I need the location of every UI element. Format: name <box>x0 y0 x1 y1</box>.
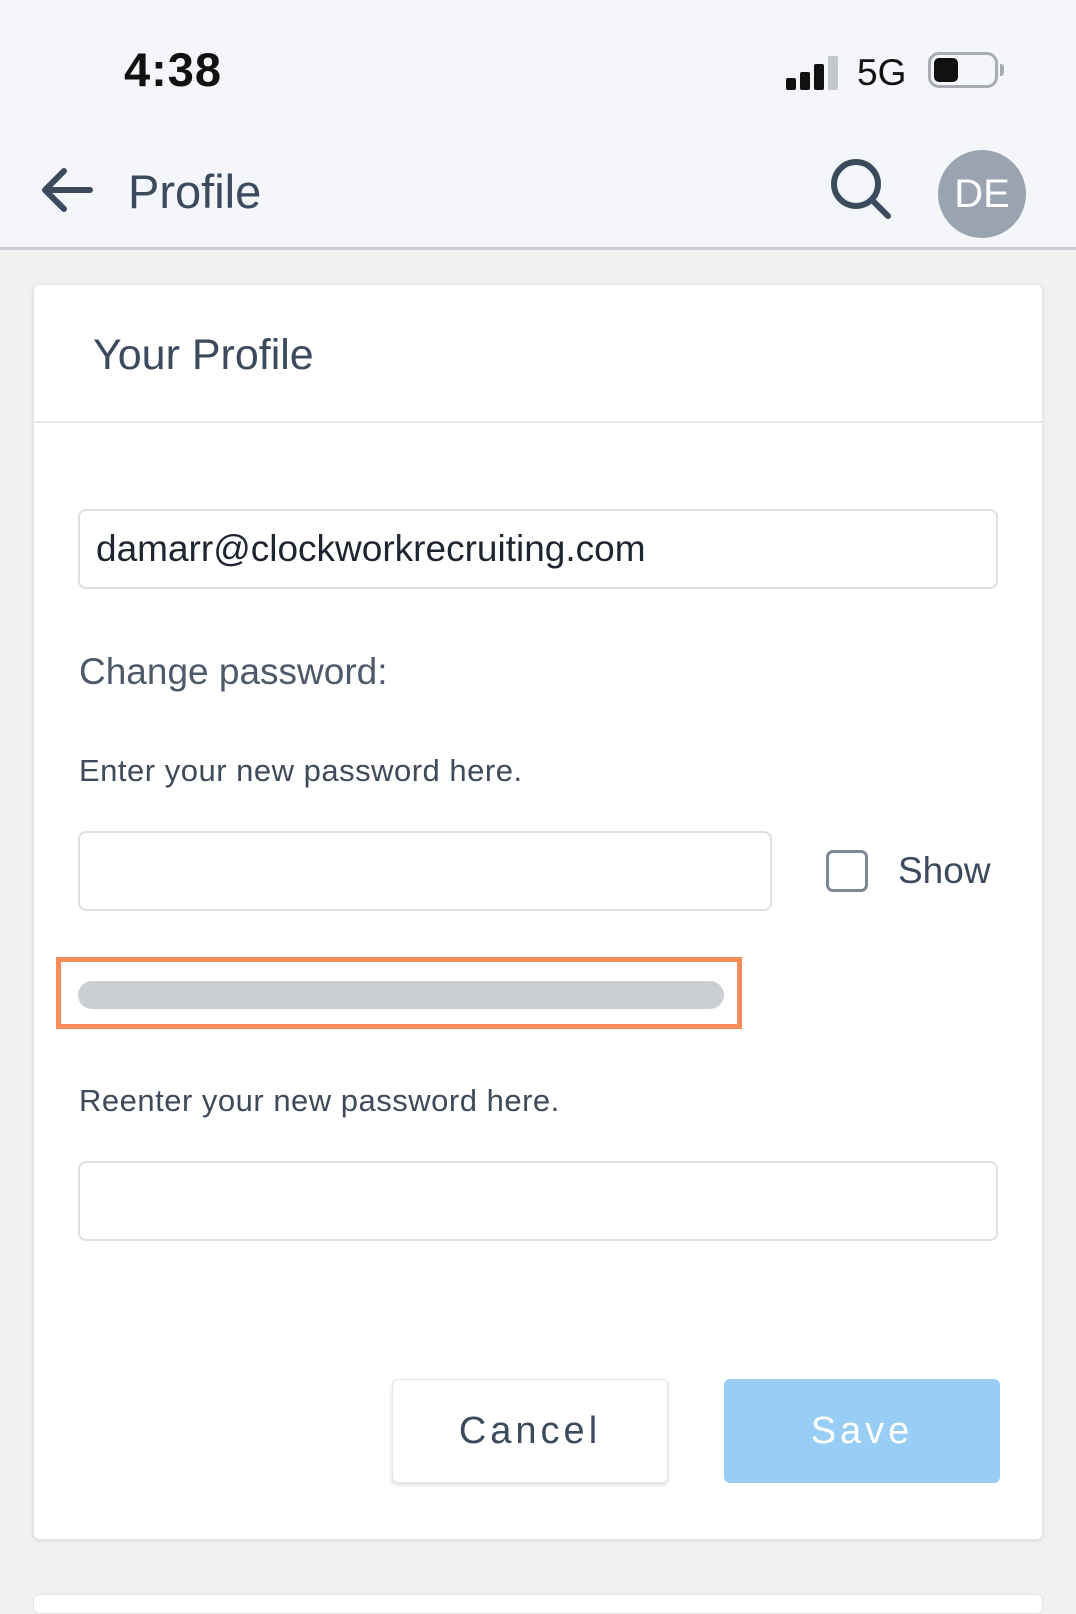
confirm-password-label: Reenter your new password here. <box>79 1083 560 1118</box>
new-password-label: Enter your new password here. <box>79 753 523 788</box>
password-strength-bar <box>78 981 724 1009</box>
cancel-button[interactable]: Cancel <box>392 1379 668 1483</box>
network-type: 5G <box>857 52 907 93</box>
status-time: 4:38 <box>124 43 223 96</box>
user-avatar[interactable]: DE <box>938 150 1026 238</box>
app-header: Profile DE <box>0 128 1076 250</box>
show-password-checkbox[interactable] <box>826 850 868 892</box>
change-password-heading: Change password: <box>79 651 388 692</box>
page-title: Profile <box>128 165 262 218</box>
confirm-password-field[interactable] <box>78 1161 998 1241</box>
cellular-signal-icon <box>786 54 842 90</box>
battery-icon <box>928 52 1004 88</box>
email-field[interactable] <box>78 509 998 589</box>
next-card-edge <box>33 1594 1043 1614</box>
save-button[interactable]: Save <box>724 1379 1000 1483</box>
back-arrow-icon[interactable] <box>36 158 100 222</box>
card-header: Your Profile <box>34 285 1042 423</box>
new-password-field[interactable] <box>78 831 772 911</box>
search-icon[interactable] <box>826 154 898 226</box>
show-password-label: Show <box>898 850 991 891</box>
show-password-toggle[interactable]: Show <box>826 843 991 899</box>
status-bar: 4:38 5G <box>0 0 1076 128</box>
profile-card: Your Profile Change password: Enter your… <box>33 284 1043 1540</box>
card-title: Your Profile <box>93 331 314 379</box>
